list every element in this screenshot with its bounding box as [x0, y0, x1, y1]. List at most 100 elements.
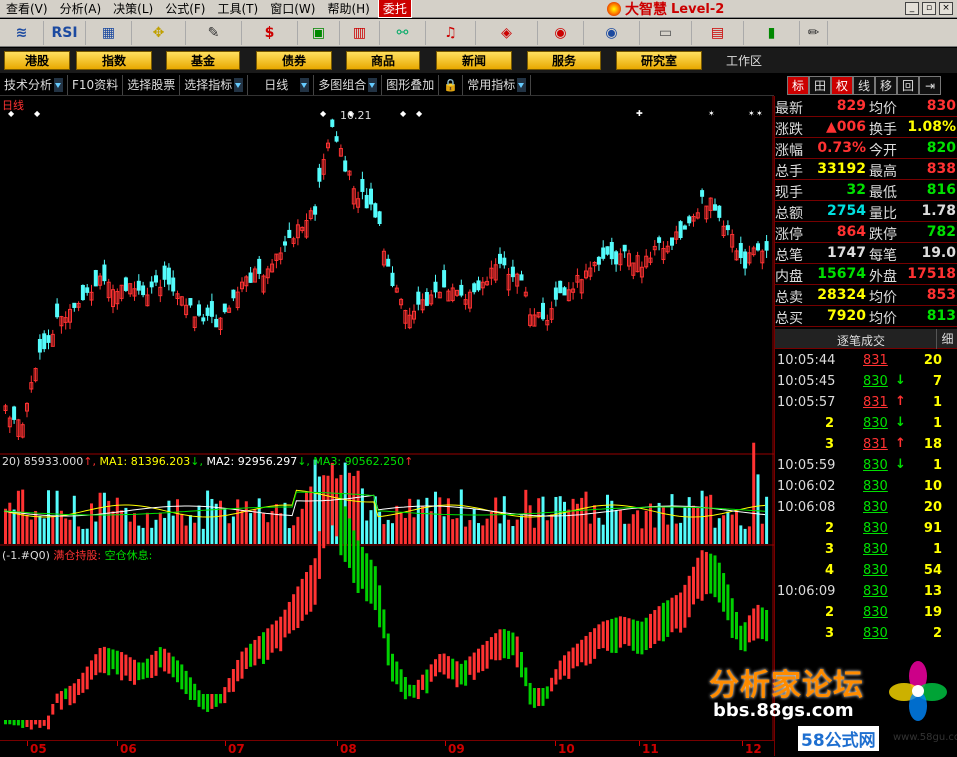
cross-arrow-button[interactable]: ✥ — [132, 20, 186, 45]
tab-expand[interactable]: ⇥ — [919, 76, 941, 95]
tick-title[interactable]: 逐笔成交 — [837, 332, 885, 349]
nav-hk-stocks[interactable]: 港股 — [4, 51, 70, 70]
tick-detail-tab[interactable]: 细 — [936, 329, 957, 349]
indicator-bar — [722, 573, 726, 612]
bell-button[interactable]: ♫ — [426, 20, 476, 45]
menu-window[interactable]: 窗口(W) — [264, 0, 321, 17]
rsi-button[interactable]: RSI — [44, 20, 86, 45]
restore-icon[interactable]: ▫ — [922, 2, 936, 15]
workspace-label[interactable]: 工作区 — [726, 52, 762, 69]
menu-formula[interactable]: 公式(F) — [159, 0, 211, 17]
window-button[interactable]: ▤ — [692, 20, 744, 45]
disc-blue-button[interactable]: ◉ — [584, 20, 640, 45]
dropdown-arrow-icon[interactable] — [300, 77, 310, 92]
candle-body — [717, 205, 722, 218]
indicator-bar — [64, 688, 68, 700]
tab-back[interactable]: 回 — [897, 76, 919, 95]
common-indicator-button[interactable]: 常用指标 — [463, 74, 532, 95]
volume-bar — [111, 511, 115, 544]
tick-row[interactable]: 10:06:02 830 10 — [775, 477, 957, 498]
dropdown-arrow-icon[interactable] — [234, 77, 244, 92]
ruler-button[interactable]: ✎ — [186, 20, 242, 45]
bars-button[interactable]: ▥ — [340, 20, 380, 45]
tab-standard[interactable]: 标 — [787, 76, 809, 95]
menu-tools[interactable]: 工具(T) — [212, 0, 265, 17]
candle-body — [373, 203, 378, 218]
binoculars-button[interactable]: ⚯ — [380, 20, 426, 45]
trade-button[interactable]: 委托 — [377, 0, 412, 18]
tick-row[interactable]: 2 830 19 — [775, 603, 957, 624]
tick-price: 831 — [863, 395, 888, 410]
dollar-button[interactable]: $ — [242, 20, 298, 45]
nav-bond[interactable]: 债券 — [256, 51, 332, 70]
candle-body — [214, 318, 219, 328]
tick-row[interactable]: 10:05:44 831 20 — [775, 351, 957, 372]
lock-icon[interactable]: 🔒 — [439, 74, 464, 95]
candle-body — [700, 190, 705, 197]
menu-analysis[interactable]: 分析(A) — [54, 0, 108, 17]
minimize-icon[interactable]: _ — [905, 2, 919, 15]
menu-view[interactable]: 查看(V) — [0, 0, 54, 17]
candle-body — [614, 251, 619, 265]
indicator-bar — [683, 584, 687, 628]
tick-row[interactable]: 10:05:59 830 ↓ 1 — [775, 456, 957, 477]
multi-chart-button[interactable]: 多图组合 — [314, 74, 383, 95]
tick-row[interactable]: 10:05:57 831 ↑ 1 — [775, 393, 957, 414]
kline-chart[interactable]: ◆ ◆ ◆ ◆ ◆ ◆ ✚ ✶ ✶ ✶ 日线 10.21 20) 85933.000↑, MA1:… — [0, 96, 774, 740]
disc-red-button[interactable]: ◉ — [538, 20, 584, 45]
nav-news[interactable]: 新闻 — [436, 51, 512, 70]
tick-row[interactable]: 3 831 ↑ 18 — [775, 435, 957, 456]
nav-research[interactable]: 研究室 — [616, 51, 702, 70]
dropdown-arrow-icon[interactable] — [368, 77, 378, 92]
nav-index[interactable]: 指数 — [76, 51, 152, 70]
close-icon[interactable]: × — [939, 2, 953, 15]
tick-row[interactable]: 3 830 2 — [775, 624, 957, 645]
candle-body — [390, 272, 395, 286]
volume-bar — [709, 494, 713, 544]
tab-line[interactable]: 线 — [853, 76, 875, 95]
volume-bar — [279, 513, 283, 544]
diamond-button[interactable]: ◈ — [476, 20, 538, 45]
dropdown-arrow-icon[interactable] — [54, 77, 64, 92]
kline-chart-canvas[interactable]: ◆ ◆ ◆ ◆ ◆ ◆ ✚ ✶ ✶ ✶ — [0, 96, 774, 740]
tick-row[interactable]: 2 830 ↓ 1 — [775, 414, 957, 435]
dropdown-arrow-icon[interactable] — [517, 77, 527, 92]
volume-bar — [614, 510, 618, 544]
volume-bar — [489, 511, 493, 544]
candle-body — [476, 280, 481, 291]
nav-commodity[interactable]: 商品 — [346, 51, 420, 70]
nav-service[interactable]: 服务 — [527, 51, 601, 70]
pencil-button[interactable]: ✏ — [800, 20, 828, 45]
select-indicator-button[interactable]: 选择指标 — [180, 74, 249, 95]
tick-row[interactable]: 2 830 91 — [775, 519, 957, 540]
tray-button[interactable]: ▭ — [640, 20, 692, 45]
volume-bar — [193, 522, 197, 544]
select-stock-button[interactable]: 选择股票 — [123, 74, 181, 95]
menu-decision[interactable]: 决策(L) — [107, 0, 159, 17]
f10-button[interactable]: F10资料 — [68, 74, 124, 95]
candle-body — [609, 242, 614, 260]
menu-help[interactable]: 帮助(H) — [321, 0, 375, 17]
period-button[interactable]: 日线 — [248, 74, 315, 95]
indicator-bar — [111, 649, 115, 670]
tick-row[interactable]: 10:06:08 830 20 — [775, 498, 957, 519]
down-arrow-icon: ↓, — [297, 455, 310, 468]
tech-analysis-button[interactable]: 技术分析 — [0, 74, 69, 95]
tab-rights[interactable]: 权 — [831, 76, 853, 95]
tab-grid[interactable]: 田 — [809, 76, 831, 95]
books-button[interactable]: ▮ — [744, 20, 800, 45]
tab-move[interactable]: 移 — [875, 76, 897, 95]
tick-row[interactable]: 10:06:09 830 13 — [775, 582, 957, 603]
indicator-bar — [193, 683, 197, 701]
nav-fund[interactable]: 基金 — [166, 51, 240, 70]
tick-price: 830 — [863, 416, 888, 431]
grid-table-button[interactable]: ▦ — [86, 20, 132, 45]
money-button[interactable]: ▣ — [298, 20, 340, 45]
tick-row[interactable]: 3 830 1 — [775, 540, 957, 561]
overlay-button[interactable]: 图形叠加 — [382, 74, 440, 95]
up-arrow-icon: ↑ — [895, 394, 906, 409]
tick-row[interactable]: 10:05:45 830 ↓ 7 — [775, 372, 957, 393]
tick-row[interactable]: 4 830 54 — [775, 561, 957, 582]
candle-body — [596, 256, 601, 265]
indicator-chart-button[interactable]: ≋ — [0, 20, 44, 45]
